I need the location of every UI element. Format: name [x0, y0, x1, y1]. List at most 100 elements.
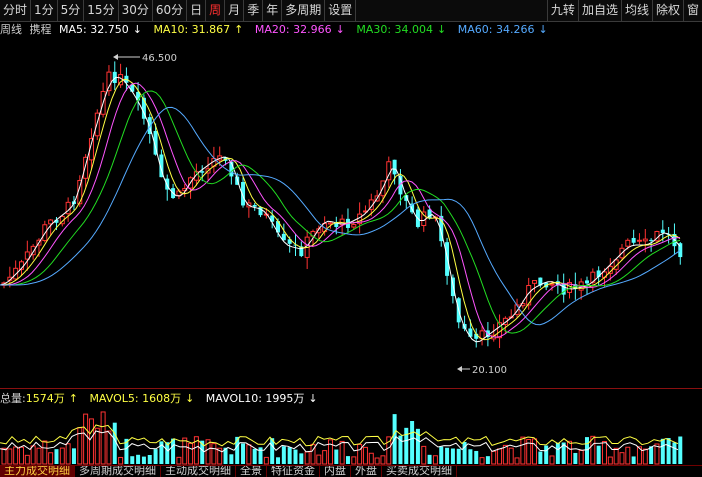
tab-multi-period-details[interactable]: 多周期成交明细 [75, 466, 161, 477]
volume-bar [450, 448, 455, 464]
candle-body [351, 224, 357, 228]
candle-body [532, 280, 538, 284]
volume-bar [520, 436, 526, 465]
volume-bar [649, 446, 654, 464]
volume-bar [327, 439, 333, 465]
candle-body [642, 238, 648, 242]
volume-bar [421, 445, 427, 465]
high-marker: 46.500 [113, 53, 177, 64]
volume-bar [118, 456, 124, 465]
low-marker-arrow [457, 366, 462, 372]
volume-bar [299, 453, 304, 464]
volume-bar [171, 438, 176, 464]
volume-bar [334, 449, 339, 464]
volume-bar [468, 449, 473, 464]
volume-bar [182, 437, 188, 465]
volume-bar [508, 447, 514, 465]
volume-bar [456, 448, 461, 464]
volume-bar [585, 437, 589, 464]
volume-bar [491, 450, 497, 465]
ma5-line [0, 76, 681, 343]
volume-bar [345, 456, 350, 464]
high-price-label: 46.500 [142, 53, 177, 64]
moving-average-lines [0, 76, 681, 343]
volume-label: 总量: [0, 392, 26, 405]
volume-bar [263, 456, 269, 465]
high-marker-arrow [113, 54, 118, 60]
candle-body [585, 280, 589, 284]
volume-bar [42, 440, 48, 465]
mavol5-value: MAVOL5: 1608万 ↓ [89, 392, 195, 405]
candle-body [649, 239, 654, 241]
ma10-line [0, 78, 681, 341]
volume-bar [188, 442, 194, 465]
volume-bar [555, 442, 560, 464]
volume-bar [36, 447, 42, 465]
volume-bar [7, 448, 13, 465]
candlestick-series [1, 61, 683, 349]
ma30-line [0, 90, 681, 334]
volume-bar [596, 445, 601, 464]
volume-bar [573, 452, 578, 464]
volume-bar [94, 427, 100, 465]
volume-bar [642, 448, 648, 465]
tab-outer-volume[interactable]: 外盘 [351, 466, 382, 477]
tab-special-funds[interactable]: 特征资金 [267, 466, 320, 477]
tab-main-force-details[interactable]: 主力成交明细 [0, 466, 75, 477]
volume-bar [351, 456, 357, 465]
candle-body [660, 229, 665, 233]
mavol10-value: MAVOL10: 1995万 ↓ [205, 392, 318, 405]
volume-total: 1574万 ↑ [25, 392, 78, 405]
volume-info-line: 总量:1574万 ↑ MAVOL5: 1608万 ↓ MAVOL10: 1995万 ↓ [0, 391, 326, 407]
volume-bar [59, 447, 65, 465]
ma60-line [0, 106, 681, 326]
volume-bar [427, 454, 432, 464]
volume-bar [404, 427, 409, 464]
volume-bar [30, 445, 36, 465]
volume-bar [130, 456, 135, 464]
volume-bar [549, 455, 555, 465]
volume-bar [439, 446, 444, 464]
volume-bar [538, 451, 543, 464]
volume-bar [24, 454, 30, 465]
tab-panorama[interactable]: 全景 [236, 466, 267, 477]
volume-bar [276, 457, 281, 464]
volume-bar [281, 446, 286, 464]
volume-bar [54, 449, 59, 464]
volume-bar [339, 440, 345, 465]
volume-bar [83, 413, 89, 465]
tab-inner-volume[interactable]: 内盘 [320, 466, 351, 477]
candle-body [130, 84, 135, 92]
candle-body [636, 239, 642, 242]
volume-bar [229, 454, 234, 464]
candle-body [445, 242, 450, 276]
volume-bar [211, 443, 217, 465]
volume-bar [666, 438, 671, 464]
volume-bar [374, 457, 380, 465]
volume-bar [613, 447, 619, 465]
volume-bar [18, 446, 24, 465]
volume-bar [241, 443, 246, 464]
volume-bar [660, 438, 665, 464]
volume-bar [136, 454, 141, 464]
volume-bars [1, 411, 683, 465]
volume-bar [322, 450, 328, 465]
tab-buy-sell-details[interactable]: 买卖成交明细 [382, 466, 457, 477]
volume-bar [71, 448, 76, 464]
volume-bar [625, 446, 631, 465]
volume-bar [1, 447, 7, 465]
volume-bar [88, 418, 94, 465]
tab-active-trade-details[interactable]: 主动成交明细 [161, 466, 236, 477]
volume-bar [497, 448, 503, 465]
volume-bar [532, 438, 538, 465]
candle-body [176, 190, 182, 196]
volume-bar [368, 452, 374, 465]
volume-bar [578, 449, 584, 465]
candle-body [631, 237, 636, 243]
volume-bar [153, 449, 158, 464]
volume-bar [287, 447, 292, 464]
volume-bar [65, 443, 71, 465]
volume-bar [362, 446, 368, 465]
volume-bar [410, 421, 415, 464]
volume-bar [316, 454, 322, 465]
